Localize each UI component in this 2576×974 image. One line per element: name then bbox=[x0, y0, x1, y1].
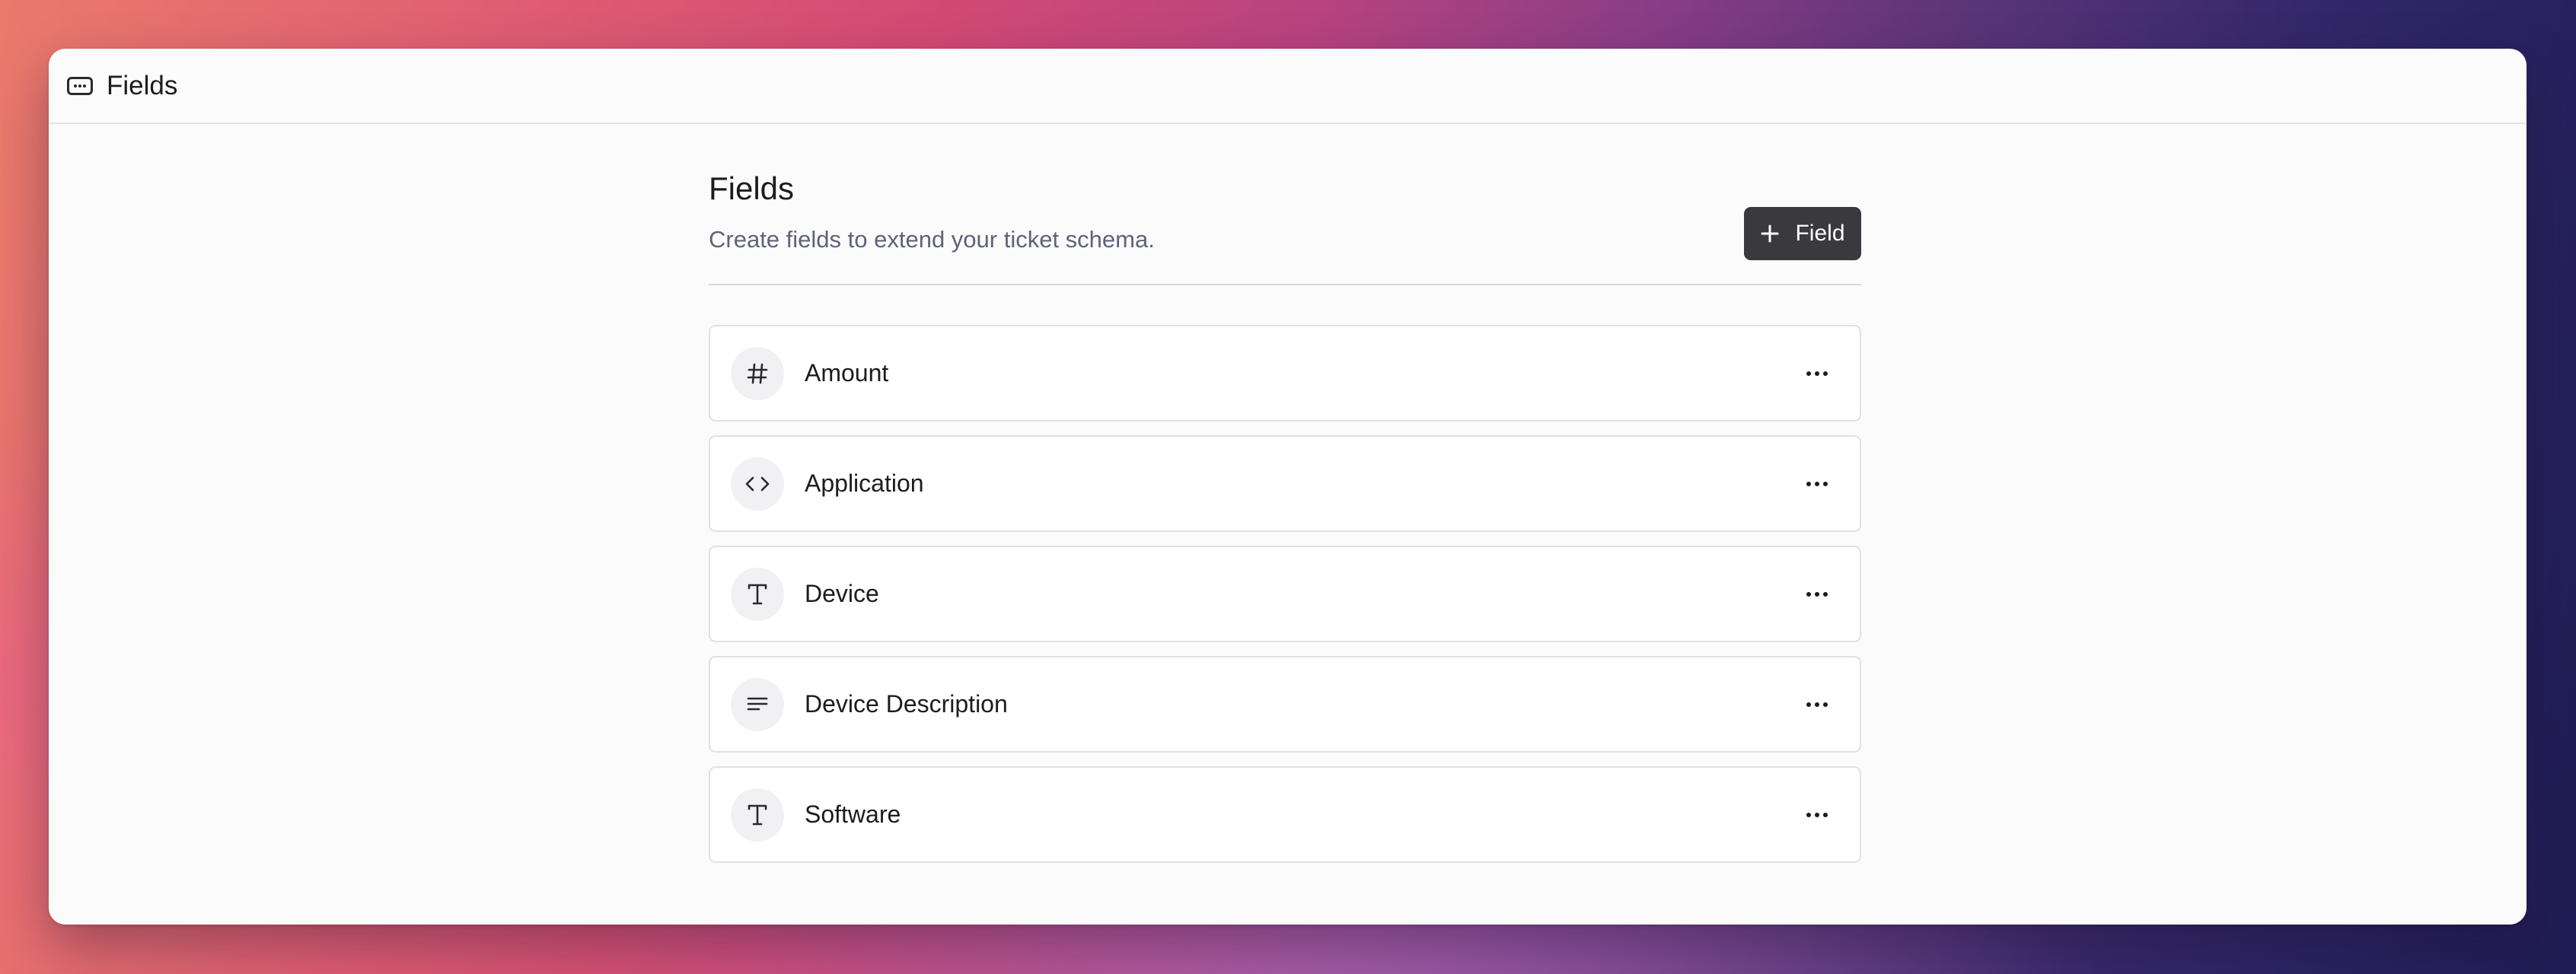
add-field-button[interactable]: Field bbox=[1744, 207, 1861, 260]
plus-icon bbox=[1760, 224, 1780, 244]
page-title: Fields bbox=[709, 170, 795, 206]
code-icon bbox=[731, 457, 784, 511]
field-label: Device Description bbox=[805, 690, 1008, 718]
field-label: Amount bbox=[805, 359, 889, 387]
page-header: Fields Create fields to extend your tick… bbox=[709, 170, 1861, 285]
field-label: Device bbox=[805, 580, 879, 607]
field-row-device[interactable]: Device bbox=[709, 546, 1861, 642]
field-row-application[interactable]: Application bbox=[709, 435, 1861, 532]
more-options-icon[interactable] bbox=[1802, 579, 1832, 610]
hash-icon bbox=[731, 346, 784, 400]
field-label: Application bbox=[805, 469, 924, 497]
page-subtitle: Create fields to extend your ticket sche… bbox=[709, 226, 1155, 253]
field-list: Amount Application Device Device Descrip… bbox=[709, 325, 1861, 863]
more-options-icon[interactable] bbox=[1802, 358, 1832, 389]
title-bar: Fields bbox=[49, 49, 2527, 124]
fields-panel: Fields Create fields to extend your tick… bbox=[709, 170, 1861, 877]
more-options-icon[interactable] bbox=[1802, 469, 1832, 499]
app-window: Fields Fields Create fields to extend yo… bbox=[49, 49, 2527, 925]
text-type-icon bbox=[731, 567, 784, 621]
field-label: Software bbox=[805, 801, 901, 828]
more-options-icon[interactable] bbox=[1802, 800, 1832, 830]
more-options-icon[interactable] bbox=[1802, 689, 1832, 720]
form-field-icon bbox=[67, 76, 93, 95]
add-field-button-label: Field bbox=[1795, 221, 1845, 246]
field-row-device-description[interactable]: Device Description bbox=[709, 656, 1861, 753]
field-row-amount[interactable]: Amount bbox=[709, 325, 1861, 422]
field-row-software[interactable]: Software bbox=[709, 766, 1861, 863]
text-type-icon bbox=[731, 788, 784, 842]
window-title: Fields bbox=[107, 70, 178, 100]
paragraph-icon bbox=[731, 677, 784, 731]
